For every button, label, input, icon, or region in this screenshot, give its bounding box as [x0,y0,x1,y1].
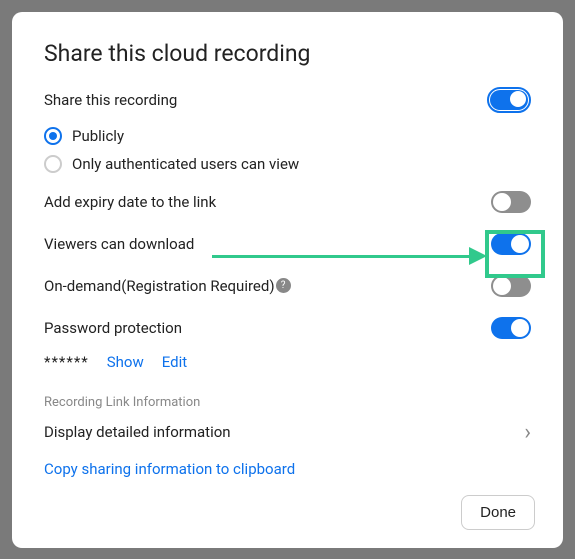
password-row: Password protection [44,317,531,339]
radio-unselected-icon [44,155,62,173]
download-label: Viewers can download [44,235,194,253]
expiry-toggle[interactable] [491,191,531,213]
password-toggle[interactable] [491,317,531,339]
help-icon[interactable]: ? [276,278,291,293]
share-recording-row: Share this recording [44,87,531,113]
radio-authenticated[interactable]: Only authenticated users can view [44,155,531,173]
dialog-title: Share this cloud recording [44,40,531,67]
on-demand-toggle[interactable] [491,275,531,297]
radio-publicly-label: Publicly [72,127,124,145]
radio-publicly[interactable]: Publicly [44,127,531,145]
download-toggle[interactable] [491,233,531,255]
share-recording-toggle[interactable] [487,87,531,113]
display-detailed-row[interactable]: Display detailed information › [44,420,531,445]
share-recording-label: Share this recording [44,91,177,109]
on-demand-label: On-demand(Registration Required) ? [44,277,291,295]
dialog-footer: Done [461,495,535,530]
password-show-link[interactable]: Show [107,353,144,371]
password-controls: ****** Show Edit [44,353,531,371]
on-demand-row: On-demand(Registration Required) ? [44,275,531,297]
link-info-section-label: Recording Link Information [44,395,531,410]
expiry-label: Add expiry date to the link [44,193,216,211]
password-masked: ****** [44,353,89,371]
visibility-radio-group: Publicly Only authenticated users can vi… [44,127,531,173]
radio-authenticated-label: Only authenticated users can view [72,155,299,173]
download-row: Viewers can download [44,233,531,255]
display-detailed-label: Display detailed information [44,423,231,441]
share-recording-dialog: Share this cloud recording Share this re… [12,12,563,548]
radio-selected-icon [44,127,62,145]
password-edit-link[interactable]: Edit [162,353,187,371]
password-label: Password protection [44,319,182,337]
on-demand-text: On-demand(Registration Required) [44,277,275,295]
done-button[interactable]: Done [461,495,535,530]
copy-clipboard-link[interactable]: Copy sharing information to clipboard [44,460,295,478]
expiry-row: Add expiry date to the link [44,191,531,213]
chevron-right-icon: › [524,420,531,445]
